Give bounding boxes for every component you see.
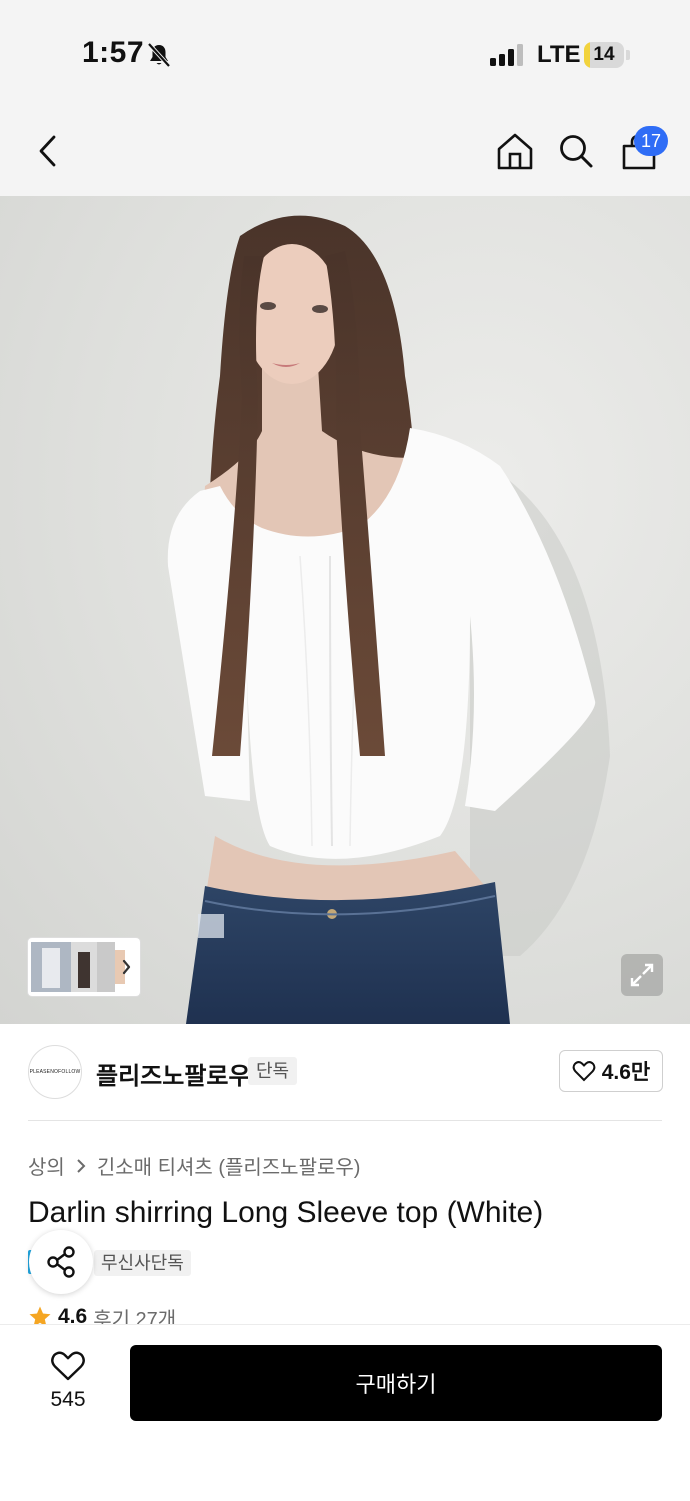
expand-button[interactable] bbox=[621, 954, 663, 996]
brand-logo-text: PLEASENOFOLLOW bbox=[29, 1069, 81, 1075]
battery-icon: 14 bbox=[584, 42, 630, 68]
exclusive-badge: 단독 bbox=[248, 1057, 298, 1085]
breadcrumb: 상의 긴소매 티셔츠 (플리즈노팔로우) bbox=[28, 1151, 360, 1180]
cart-count-badge: 17 bbox=[634, 126, 668, 156]
brand-logo[interactable]: PLEASENOFOLLOW bbox=[28, 1045, 82, 1099]
brand-like-button[interactable]: 4.6만 bbox=[559, 1050, 663, 1092]
divider bbox=[28, 1120, 662, 1121]
thumbnail-strip[interactable] bbox=[28, 938, 140, 996]
wishlist-count: 545 bbox=[50, 1388, 86, 1411]
musinsa-exclusive-tag: 무신사단독 bbox=[94, 1250, 191, 1276]
model-photo bbox=[167, 215, 610, 1024]
brand-like-count: 4.6만 bbox=[601, 1061, 651, 1084]
brand-name[interactable]: 플리즈노팔로우 bbox=[96, 1056, 251, 1091]
signal-icon bbox=[490, 44, 523, 66]
chevron-right-icon bbox=[77, 1158, 86, 1173]
network-type: LTE bbox=[537, 41, 581, 68]
product-image[interactable] bbox=[0, 196, 690, 1024]
product-title: Darlin shirring Long Sleeve top (White) bbox=[28, 1196, 544, 1229]
expand-icon bbox=[630, 963, 654, 987]
breadcrumb-subcategory[interactable]: 긴소매 티셔츠 (플리즈노팔로우) bbox=[97, 1151, 361, 1180]
heart-icon bbox=[51, 1351, 85, 1381]
bell-off-icon bbox=[147, 42, 171, 68]
back-arrow-icon[interactable] bbox=[34, 134, 62, 168]
status-bar: 1:57 LTE 14 bbox=[0, 0, 690, 100]
search-icon[interactable] bbox=[558, 133, 594, 169]
buy-button[interactable]: 구매하기 bbox=[130, 1345, 662, 1421]
breadcrumb-category[interactable]: 상의 bbox=[28, 1151, 65, 1180]
battery-level: 14 bbox=[593, 44, 615, 65]
thumbnail-images bbox=[31, 942, 131, 992]
share-icon bbox=[47, 1246, 75, 1278]
heart-icon bbox=[572, 1061, 596, 1082]
share-button[interactable] bbox=[29, 1230, 93, 1294]
home-icon[interactable] bbox=[496, 132, 534, 170]
status-time: 1:57 bbox=[82, 36, 145, 69]
wishlist-button[interactable]: 545 bbox=[28, 1346, 108, 1420]
